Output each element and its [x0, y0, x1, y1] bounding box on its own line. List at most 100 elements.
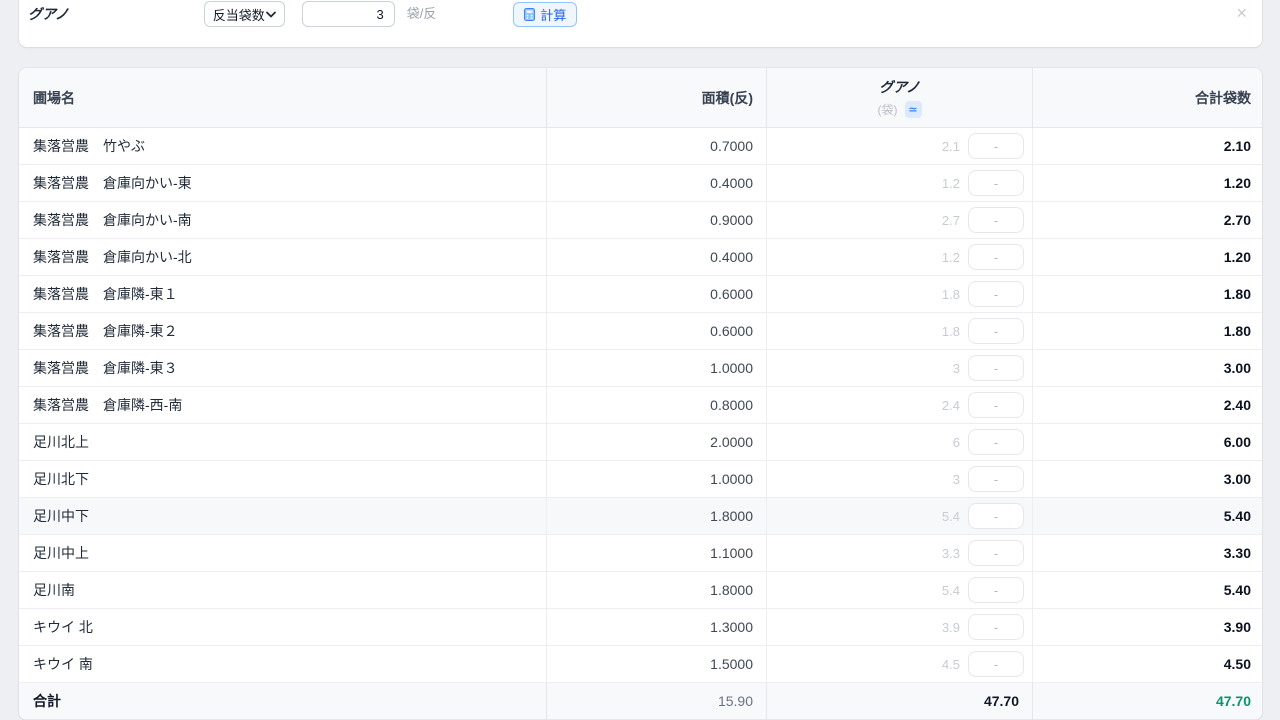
area-cell: 0.4000 — [547, 239, 767, 275]
calculate-button[interactable]: 計算 — [513, 2, 577, 27]
footer-label: 合計 — [19, 683, 547, 719]
area-cell: 0.8000 — [547, 387, 767, 423]
guano-cell: 2.7 — [767, 202, 1033, 238]
total-bags-cell: 5.40 — [1033, 498, 1262, 534]
guano-computed-value: 1.8 — [942, 287, 960, 302]
calculator-icon — [524, 8, 535, 21]
guano-cell: 3 — [767, 461, 1033, 497]
field-name-cell: キウイ 北 — [19, 609, 547, 645]
total-bags-cell: 2.40 — [1033, 387, 1262, 423]
guano-cell: 1.8 — [767, 313, 1033, 349]
field-name-cell: 足川北下 — [19, 461, 547, 497]
guano-computed-value: 3 — [953, 361, 960, 376]
toolbar-title: グアノ — [28, 1, 69, 27]
footer-area-total: 15.90 — [547, 683, 767, 719]
guano-override-input[interactable] — [968, 429, 1024, 455]
close-icon[interactable]: × — [1236, 1, 1247, 26]
total-bags-cell: 3.30 — [1033, 535, 1262, 571]
total-bags-cell: 1.80 — [1033, 313, 1262, 349]
guano-computed-value: 3.3 — [942, 546, 960, 561]
table-footer-row: 合計 15.90 47.70 47.70 — [19, 683, 1262, 720]
guano-cell: 1.8 — [767, 276, 1033, 312]
area-cell: 1.3000 — [547, 609, 767, 645]
area-cell: 1.0000 — [547, 461, 767, 497]
footer-bags-total: 47.70 — [1033, 683, 1262, 719]
header-field-name: 圃場名 — [19, 68, 547, 127]
guano-override-input[interactable] — [968, 281, 1024, 307]
guano-cell: 5.4 — [767, 572, 1033, 608]
guano-cell: 3.9 — [767, 609, 1033, 645]
guano-override-input[interactable] — [968, 133, 1024, 159]
field-name-cell: 集落営農 倉庫隣-東３ — [19, 350, 547, 386]
guano-override-input[interactable] — [968, 207, 1024, 233]
table-row: 集落営農 倉庫向かい-南 0.9000 2.7 2.70 — [19, 202, 1262, 239]
guano-computed-value: 2.4 — [942, 398, 960, 413]
guano-computed-value: 1.2 — [942, 176, 960, 191]
header-guano: グアノ (袋) ≃ — [767, 68, 1033, 127]
guano-cell: 3 — [767, 350, 1033, 386]
guano-computed-value: 3 — [953, 472, 960, 487]
guano-override-input[interactable] — [968, 318, 1024, 344]
field-name-cell: 足川北上 — [19, 424, 547, 460]
field-name-cell: キウイ 南 — [19, 646, 547, 682]
guano-computed-value: 5.4 — [942, 509, 960, 524]
chevron-down-icon — [266, 11, 276, 18]
guano-cell: 1.2 — [767, 239, 1033, 275]
table-row: キウイ 南 1.5000 4.5 4.50 — [19, 646, 1262, 683]
fields-table: 圃場名 面積(反) グアノ (袋) ≃ 合計袋数 集落営農 竹やぶ 0.7000… — [19, 68, 1262, 720]
table-row: 集落営農 倉庫向かい-北 0.4000 1.2 1.20 — [19, 239, 1262, 276]
guano-override-input[interactable] — [968, 614, 1024, 640]
guano-override-input[interactable] — [968, 466, 1024, 492]
table-row: 集落営農 倉庫隣-東１ 0.6000 1.8 1.80 — [19, 276, 1262, 313]
guano-cell: 2.4 — [767, 387, 1033, 423]
field-name-cell: 集落営農 倉庫隣-西-南 — [19, 387, 547, 423]
guano-computed-value: 1.8 — [942, 324, 960, 339]
guano-cell: 2.1 — [767, 128, 1033, 164]
guano-approx-badge[interactable]: ≃ — [905, 101, 922, 118]
total-bags-cell: 4.50 — [1033, 646, 1262, 682]
table-row: 集落営農 倉庫隣-東２ 0.6000 1.8 1.80 — [19, 313, 1262, 350]
field-name-cell: 集落営農 倉庫隣-東１ — [19, 276, 547, 312]
guano-cell: 5.4 — [767, 498, 1033, 534]
guano-computed-value: 1.2 — [942, 250, 960, 265]
guano-cell: 1.2 — [767, 165, 1033, 201]
total-bags-cell: 3.00 — [1033, 461, 1262, 497]
table-row: 足川中下 1.8000 5.4 5.40 — [19, 498, 1262, 535]
guano-override-input[interactable] — [968, 392, 1024, 418]
guano-override-input[interactable] — [968, 503, 1024, 529]
table-row: 集落営農 倉庫隣-西-南 0.8000 2.4 2.40 — [19, 387, 1262, 424]
header-guano-unit: (袋) — [878, 101, 898, 118]
calculate-button-label: 計算 — [540, 5, 566, 24]
guano-override-input[interactable] — [968, 244, 1024, 270]
field-name-cell: 集落営農 倉庫向かい-北 — [19, 239, 547, 275]
table-row: キウイ 北 1.3000 3.9 3.90 — [19, 609, 1262, 646]
guano-override-input[interactable] — [968, 577, 1024, 603]
area-cell: 0.4000 — [547, 165, 767, 201]
guano-override-input[interactable] — [968, 355, 1024, 381]
guano-computed-value: 2.1 — [942, 139, 960, 154]
table-row: 足川南 1.8000 5.4 5.40 — [19, 572, 1262, 609]
guano-override-input[interactable] — [968, 170, 1024, 196]
rate-type-select[interactable]: 反当袋数 — [204, 1, 285, 27]
guano-override-input[interactable] — [968, 651, 1024, 677]
area-cell: 2.0000 — [547, 424, 767, 460]
area-cell: 1.5000 — [547, 646, 767, 682]
total-bags-cell: 1.80 — [1033, 276, 1262, 312]
field-name-cell: 足川南 — [19, 572, 547, 608]
guano-computed-value: 2.7 — [942, 213, 960, 228]
table-row: 集落営農 倉庫隣-東３ 1.0000 3 3.00 — [19, 350, 1262, 387]
guano-computed-value: 5.4 — [942, 583, 960, 598]
total-bags-cell: 5.40 — [1033, 572, 1262, 608]
total-bags-cell: 3.00 — [1033, 350, 1262, 386]
guano-override-input[interactable] — [968, 540, 1024, 566]
header-guano-title: グアノ — [879, 77, 920, 97]
field-name-cell: 集落営農 倉庫向かい-東 — [19, 165, 547, 201]
total-bags-cell: 1.20 — [1033, 239, 1262, 275]
header-area: 面積(反) — [547, 68, 767, 127]
table-row: 足川中上 1.1000 3.3 3.30 — [19, 535, 1262, 572]
header-total-bags: 合計袋数 — [1033, 68, 1262, 127]
field-name-cell: 足川中上 — [19, 535, 547, 571]
bags-per-tan-input[interactable] — [302, 1, 395, 27]
area-cell: 1.1000 — [547, 535, 767, 571]
guano-cell: 6 — [767, 424, 1033, 460]
